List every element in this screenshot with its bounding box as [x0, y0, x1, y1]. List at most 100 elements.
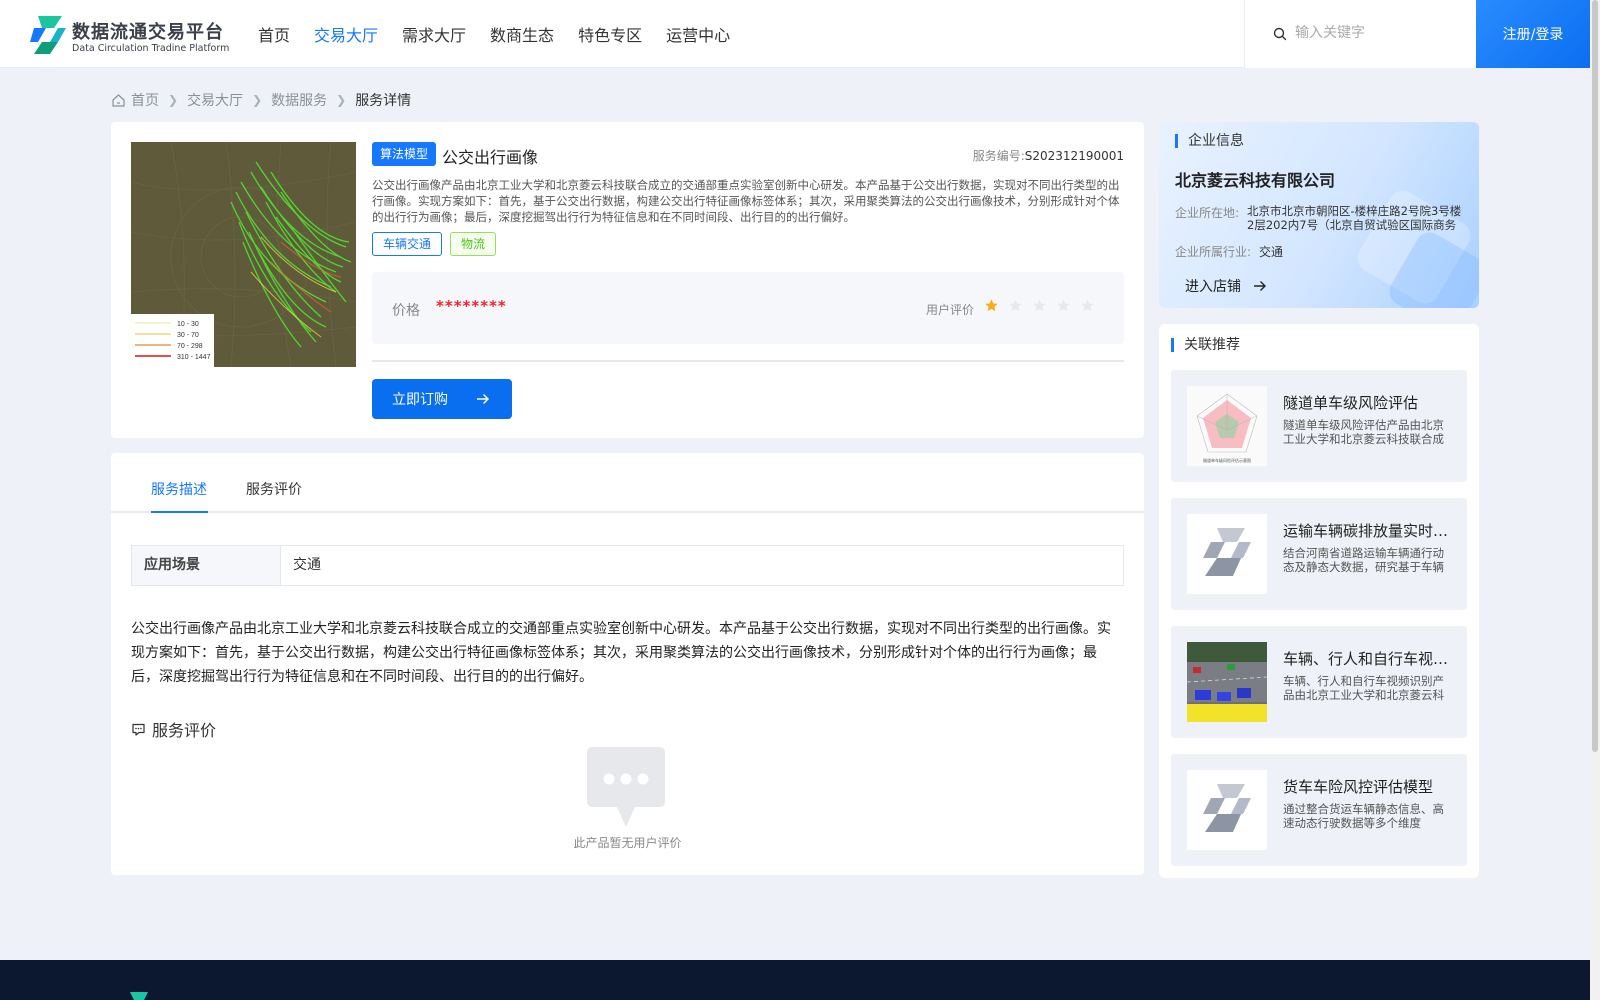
- related-item[interactable]: 货车车险风控评估模型 通过整合货运车辆静态信息、高速动态行驶数据等多个维度: [1171, 754, 1467, 866]
- arrow-right-icon: [477, 393, 490, 405]
- logo-subtitle: Data Circulation Tradine Platform: [72, 43, 230, 54]
- product-card: 10 - 30 30 - 70 70 - 298 310 - 1447 算法模型…: [111, 122, 1144, 438]
- rating-label: 用户评价: [926, 303, 975, 317]
- enter-shop-label: 进入店铺: [1185, 279, 1241, 295]
- price-label: 价格: [392, 303, 420, 319]
- breadcrumb-current: 服务详情: [355, 93, 412, 109]
- empty-comment-icon: [587, 747, 665, 827]
- related-recommendations-card: 关联推荐 隧道单车级风险评估示意图 隧道单车级风险评估 隧道单车级风险评估产品由…: [1159, 324, 1479, 878]
- service-number-value: S202312190001: [1024, 149, 1124, 163]
- comment-icon: [132, 723, 145, 736]
- related-thumb-radar-chart: 隧道单车级风险评估示意图: [1187, 386, 1267, 466]
- nav-trading-hall[interactable]: 交易大厅: [314, 22, 378, 46]
- company-location-label: 企业所在地:: [1175, 206, 1240, 220]
- nav-demand-hall[interactable]: 需求大厅: [402, 22, 466, 46]
- company-section-title: 企业信息: [1175, 134, 1244, 148]
- nav-ecosystem[interactable]: 数商生态: [490, 22, 554, 46]
- legend-label: 30 - 70: [177, 332, 199, 339]
- related-thumb-logo-placeholder: [1187, 514, 1267, 594]
- company-industry-value: 交通: [1259, 245, 1284, 259]
- legend-label: 10 - 30: [177, 321, 199, 328]
- home-icon: [112, 93, 125, 107]
- scene-label: 应用场景: [132, 546, 281, 585]
- related-thumb-logo-placeholder: [1187, 770, 1267, 850]
- related-item-name: 隧道单车级风险评估: [1283, 394, 1419, 412]
- radar-chart-caption: 隧道单车级风险评估示意图: [1203, 457, 1251, 463]
- legend-label: 70 - 298: [177, 343, 203, 350]
- related-section-title: 关联推荐: [1171, 338, 1240, 352]
- tag-vehicle-traffic[interactable]: 车辆交通: [372, 232, 443, 256]
- breadcrumb-separator-icon: ❯: [336, 93, 347, 107]
- tag-logistics[interactable]: 物流: [450, 232, 497, 256]
- star-empty-icon: [1009, 299, 1022, 312]
- company-location-value: 北京市北京市朝阳区-楼梓庄路2号院3号楼2层202内7号（北京自贸试验区国际商务…: [1247, 204, 1462, 232]
- road-scene-thumbnail: [1187, 642, 1267, 722]
- company-name: 北京菱云科技有限公司: [1175, 171, 1336, 190]
- product-type-tag: 算法模型: [372, 142, 437, 166]
- search-box: [1244, 0, 1476, 68]
- tab-service-reviews[interactable]: 服务评价: [246, 479, 302, 499]
- related-item-name: 运输车辆碳排放量实时监测: [1283, 522, 1453, 540]
- related-item[interactable]: 隧道单车级风险评估示意图 隧道单车级风险评估 隧道单车级风险评估产品由北京工业大…: [1171, 370, 1467, 482]
- decorative-background-graphic: [1357, 190, 1479, 308]
- related-item-name: 车辆、行人和自行车视频识别: [1283, 650, 1453, 668]
- scene-value: 交通: [293, 557, 321, 573]
- detail-tabs: 服务描述 服务评价: [111, 453, 1144, 513]
- related-item[interactable]: 运输车辆碳排放量实时监测 结合河南省道路运输车辆通行动态及静态大数据，研究基于车…: [1171, 498, 1467, 610]
- review-section-title: 服务评价: [152, 721, 217, 740]
- related-thumb-road-scene: [1187, 642, 1267, 722]
- platform-logo-icon: [30, 16, 66, 54]
- radar-chart-thumbnail: 隧道单车级风险评估示意图: [1187, 386, 1267, 466]
- star-empty-icon: [1033, 299, 1046, 312]
- product-tags: 车辆交通 物流: [372, 232, 497, 256]
- breadcrumb-home[interactable]: 首页: [131, 90, 159, 110]
- star-empty-icon: [1057, 299, 1070, 312]
- product-description: 公交出行画像产品由北京工业大学和北京菱云科技联合成立的交通部重点实验室创新中心研…: [372, 178, 1120, 224]
- related-item-desc: 通过整合货运车辆静态信息、高速动态行驶数据等多个维度: [1283, 802, 1444, 830]
- logo-placeholder-icon: [1187, 514, 1267, 594]
- application-scene-table: 应用场景 交通: [131, 545, 1124, 586]
- service-detail-card: 服务描述 服务评价 应用场景 交通 公交出行画像产品由北京工业大学和北京菱云科技…: [111, 453, 1144, 875]
- related-item-desc: 结合河南省道路运输车辆通行动态及静态大数据，研究基于车辆行驶轨迹的碳排放: [1283, 546, 1444, 574]
- search-input[interactable]: [1295, 20, 1465, 46]
- login-register-button[interactable]: 注册/登录: [1476, 0, 1590, 68]
- price-value: ********: [436, 297, 507, 315]
- page-scrollbar-thumb[interactable]: [1592, 0, 1598, 752]
- breadcrumb-separator-icon: ❯: [168, 93, 179, 107]
- arrow-right-icon: [1254, 281, 1266, 291]
- price-rating-box: 价格 ******** 用户评价: [372, 272, 1124, 344]
- subscribe-now-button[interactable]: 立即订购: [372, 379, 512, 419]
- nav-special-zone[interactable]: 特色专区: [578, 22, 642, 46]
- company-info-card: 企业信息 北京菱云科技有限公司 企业所在地: 北京市北京市朝阳区-楼梓庄路2号院…: [1159, 122, 1479, 308]
- rating-stars: [984, 298, 1095, 313]
- tab-service-description[interactable]: 服务描述: [151, 479, 207, 499]
- platform-logo[interactable]: 数据流通交易平台 Data Circulation Tradine Platfo…: [28, 14, 238, 56]
- main-nav: 首页 交易大厅 需求大厅 数商生态 特色专区 运营中心: [258, 22, 754, 46]
- nav-operation-center[interactable]: 运营中心: [666, 22, 730, 46]
- product-image: 10 - 30 30 - 70 70 - 298 310 - 1447: [131, 142, 356, 367]
- related-item[interactable]: 车辆、行人和自行车视频识别 车辆、行人和自行车视频识别产品由北京工业大学和北京菱…: [1171, 626, 1467, 738]
- service-number-label: 服务编号:: [972, 149, 1025, 163]
- related-item-desc: 隧道单车级风险评估产品由北京工业大学和北京菱云科技联合成立的交通部重点实验室: [1283, 418, 1444, 446]
- product-title: 公交出行画像: [442, 148, 539, 167]
- company-industry-label: 企业所属行业:: [1175, 245, 1252, 259]
- logo-placeholder-icon: [1187, 770, 1267, 850]
- breadcrumb-trading-hall[interactable]: 交易大厅: [187, 90, 243, 110]
- breadcrumb-separator-icon: ❯: [252, 93, 263, 107]
- footer-logo-icon: [130, 992, 148, 1000]
- star-filled-icon: [985, 299, 998, 312]
- enter-shop-link[interactable]: 进入店铺: [1185, 276, 1267, 296]
- subscribe-now-label: 立即订购: [392, 392, 448, 408]
- empty-review-text: 此产品暂无用户评价: [573, 836, 682, 850]
- product-map-graphic: 10 - 30 30 - 70 70 - 298 310 - 1447: [131, 142, 356, 367]
- top-header: 数据流通交易平台 Data Circulation Tradine Platfo…: [0, 0, 1600, 68]
- search-icon[interactable]: [1273, 27, 1287, 41]
- legend-label: 310 - 1447: [177, 354, 211, 361]
- breadcrumb: 首页 ❯ 交易大厅 ❯ 数据服务 ❯ 服务详情: [111, 90, 411, 110]
- star-empty-icon: [1081, 299, 1094, 312]
- page-footer: [0, 960, 1590, 1000]
- nav-home[interactable]: 首页: [258, 22, 290, 46]
- logo-title: 数据流通交易平台: [72, 22, 224, 43]
- breadcrumb-data-service[interactable]: 数据服务: [271, 90, 327, 110]
- related-item-name: 货车车险风控评估模型: [1283, 778, 1434, 796]
